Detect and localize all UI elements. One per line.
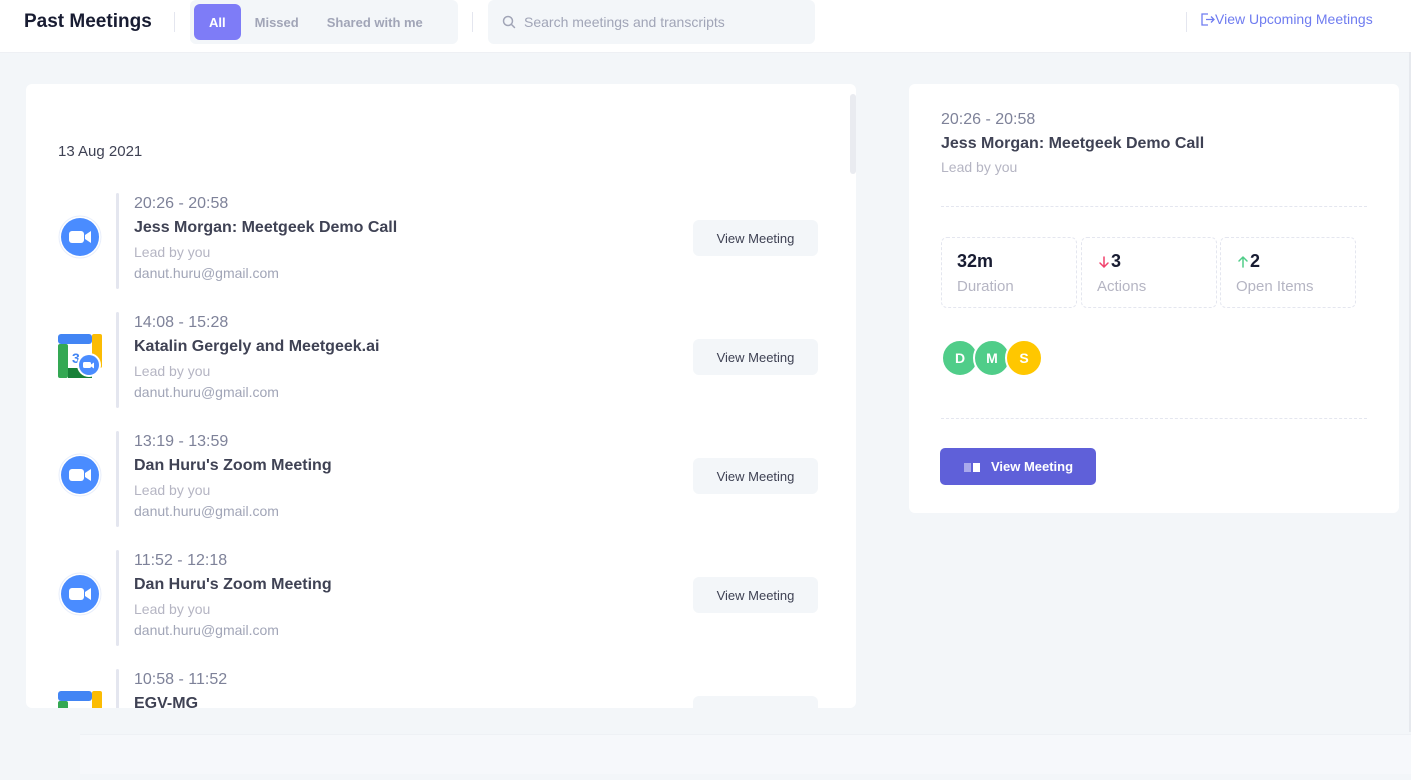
zoom-icon: [58, 215, 102, 259]
meeting-time: 20:26 - 20:58: [134, 195, 229, 212]
date-group-label: 13 Aug 2021: [58, 143, 143, 160]
meeting-accent-bar: [116, 669, 119, 708]
meeting-time: 11:52 - 12:18: [134, 552, 228, 569]
tab-shared-with-me[interactable]: Shared with me: [313, 4, 437, 40]
duration-value: 32m: [957, 251, 994, 271]
upcoming-link-label: View Upcoming Meetings: [1215, 11, 1373, 27]
meeting-item[interactable]: 3 10:58 - 11:52 EGV-MG View Meeting: [26, 669, 856, 708]
view-meeting-button[interactable]: View Meeting: [693, 577, 818, 613]
detail-lead: Lead by you: [941, 159, 1018, 175]
open-items-value: 2: [1250, 251, 1261, 271]
stat-label: Open Items: [1236, 278, 1314, 295]
footer-strip: [80, 734, 1411, 774]
stat-label: Duration: [957, 278, 1014, 295]
meeting-accent-bar: [116, 431, 119, 527]
view-upcoming-meetings-link[interactable]: View Upcoming Meetings: [1200, 11, 1373, 27]
search-input[interactable]: [524, 14, 804, 30]
view-meeting-button[interactable]: View Meeting: [693, 696, 818, 708]
stat-value: 3: [1097, 251, 1121, 272]
meeting-time: 14:08 - 15:28: [134, 314, 229, 331]
meeting-item[interactable]: 20:26 - 20:58 Jess Morgan: Meetgeek Demo…: [26, 193, 856, 293]
stat-actions: 3 Actions: [1081, 237, 1217, 308]
header-divider: [472, 12, 473, 32]
tab-all[interactable]: All: [194, 4, 241, 40]
meeting-detail-card: 20:26 - 20:58 Jess Morgan: Meetgeek Demo…: [909, 84, 1399, 513]
meeting-accent-bar: [116, 550, 119, 646]
meetings-list-card: 13 Aug 2021 20:26 - 20:58 Jess Morgan: M…: [26, 84, 856, 708]
filter-tabs: All Missed Shared with me: [190, 0, 458, 44]
meeting-title: Dan Huru's Zoom Meeting: [134, 457, 332, 474]
meeting-title: Dan Huru's Zoom Meeting: [134, 576, 332, 593]
meeting-lead: Lead by you: [134, 244, 211, 260]
meeting-item[interactable]: 3 14:08 - 15:28 Katalin Gergely and Meet…: [26, 312, 856, 412]
stat-value: 2: [1236, 251, 1260, 272]
svg-text:3: 3: [72, 707, 80, 708]
list-scrollbar[interactable]: [850, 94, 856, 174]
view-meeting-button[interactable]: View Meeting: [693, 339, 818, 375]
stat-value: 32m: [957, 251, 993, 272]
meeting-lead: Lead by you: [134, 363, 211, 379]
zoom-icon: [58, 453, 102, 497]
meeting-email: danut.huru@gmail.com: [134, 265, 279, 281]
header-divider: [1186, 12, 1187, 32]
search-icon: [502, 15, 516, 29]
meeting-accent-bar: [116, 312, 119, 408]
detail-view-meeting-button[interactable]: View Meeting: [940, 448, 1096, 485]
book-icon: [963, 462, 980, 472]
meeting-title: Katalin Gergely and Meetgeek.ai: [134, 338, 380, 355]
stat-duration: 32m Duration: [941, 237, 1077, 308]
arrow-up-icon: [1238, 255, 1248, 268]
stat-open-items: 2 Open Items: [1220, 237, 1356, 308]
detail-title: Jess Morgan: Meetgeek Demo Call: [941, 135, 1205, 152]
meeting-title: Jess Morgan: Meetgeek Demo Call: [134, 219, 398, 236]
top-bar: Past Meetings All Missed Shared with me …: [0, 0, 1411, 52]
arrow-down-icon: [1099, 255, 1109, 268]
page-title: Past Meetings: [24, 11, 152, 32]
participant-avatar[interactable]: S: [1005, 339, 1043, 377]
detail-time: 20:26 - 20:58: [941, 111, 1036, 128]
google-calendar-icon: 3: [58, 334, 102, 378]
zoom-icon: [58, 572, 102, 616]
meeting-item[interactable]: 13:19 - 13:59 Dan Huru's Zoom Meeting Le…: [26, 431, 856, 531]
google-calendar-icon: 3: [58, 691, 102, 708]
section-divider: [941, 206, 1367, 207]
meeting-title: EGV-MG: [134, 695, 199, 708]
detail-button-label: View Meeting: [990, 459, 1074, 474]
meeting-email: danut.huru@gmail.com: [134, 622, 279, 638]
meeting-email: danut.huru@gmail.com: [134, 384, 279, 400]
tab-missed[interactable]: Missed: [241, 4, 313, 40]
stat-label: Actions: [1097, 278, 1147, 295]
meeting-item[interactable]: 11:52 - 12:18 Dan Huru's Zoom Meeting Le…: [26, 550, 856, 650]
view-meeting-button[interactable]: View Meeting: [693, 458, 818, 494]
view-meeting-button[interactable]: View Meeting: [693, 220, 818, 256]
meeting-lead: Lead by you: [134, 601, 211, 617]
exit-arrow-icon: [1201, 12, 1215, 26]
header-divider: [174, 12, 175, 32]
section-divider: [941, 418, 1367, 419]
meeting-accent-bar: [116, 193, 119, 289]
search-box: [488, 0, 815, 44]
meeting-lead: Lead by you: [134, 482, 211, 498]
meeting-time: 13:19 - 13:59: [134, 433, 229, 450]
actions-value: 3: [1111, 251, 1122, 271]
meeting-email: danut.huru@gmail.com: [134, 503, 279, 519]
meeting-time: 10:58 - 11:52: [134, 671, 228, 688]
